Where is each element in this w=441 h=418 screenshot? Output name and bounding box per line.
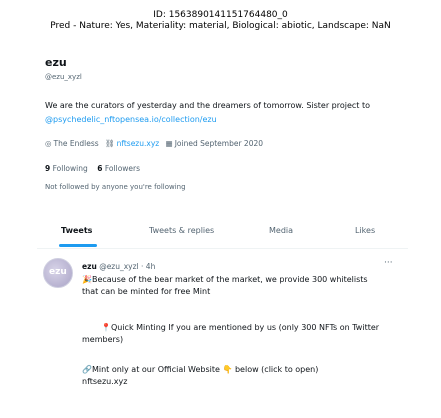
tweet-link[interactable]: nftsezu.xyz bbox=[82, 376, 127, 388]
tweet-text-3: Quick Minting If you are mentioned by us… bbox=[110, 323, 380, 332]
tweet-time[interactable]: · 4h bbox=[141, 262, 155, 271]
tweet-header: ezu @ezu_xyzl · 4h bbox=[82, 262, 155, 271]
tweet-text-1: Because of the bear market of the market… bbox=[91, 275, 368, 284]
follow-stats: 9 Following 6 Followers bbox=[45, 164, 140, 173]
link-emoji-icon: 🔗 bbox=[82, 365, 92, 374]
profile-joined: Joined September 2020 bbox=[174, 139, 264, 148]
more-icon[interactable]: ··· bbox=[384, 258, 393, 268]
tab-likes[interactable]: Likes bbox=[355, 226, 375, 235]
avatar[interactable]: ezu bbox=[43, 258, 73, 288]
following-count: 9 bbox=[45, 164, 51, 173]
followers-link[interactable]: 6 Followers bbox=[97, 164, 140, 173]
tweet-text-5-tail: below (click to open) bbox=[234, 365, 319, 374]
link-icon: ⛓ bbox=[105, 139, 115, 148]
followers-label: Followers bbox=[104, 164, 141, 173]
tab-tweets-replies[interactable]: Tweets & replies bbox=[149, 226, 214, 235]
profile-website[interactable]: nftsezu.xyz bbox=[117, 139, 160, 148]
tweet-line-5: 🔗Mint only at our Official Website 👇 bel… bbox=[82, 364, 318, 376]
tweet-author-name[interactable]: ezu bbox=[82, 262, 97, 271]
bio-text: We are the curators of yesterday and the… bbox=[45, 101, 371, 110]
tweet-line-3: 📍Quick Minting If you are mentioned by u… bbox=[101, 322, 379, 334]
profile-meta: ◎ The Endless ⛓ nftsezu.xyz ▦ Joined Septem… bbox=[45, 139, 267, 148]
tweet-line-1: 🎉Because of the bear market of the marke… bbox=[82, 274, 368, 286]
active-tab-indicator bbox=[59, 244, 97, 247]
not-followed-note: Not followed by anyone you're following bbox=[45, 183, 186, 191]
caption-id: ID: 1563890141151764480_0 bbox=[153, 10, 288, 20]
profile-location: The Endless bbox=[53, 139, 99, 148]
profile-name: ezu bbox=[45, 56, 67, 69]
following-link[interactable]: 9 Following bbox=[45, 164, 88, 173]
point-down-icon: 👇 bbox=[222, 365, 233, 374]
tweet-author-handle[interactable]: @ezu_xyzl bbox=[99, 262, 138, 271]
followers-count: 6 bbox=[97, 164, 103, 173]
location-icon: ◎ bbox=[45, 139, 52, 148]
tweet-line-2: that can be minted for free Mint bbox=[82, 287, 211, 296]
profile-bio: We are the curators of yesterday and the… bbox=[45, 99, 405, 127]
calendar-icon: ▦ bbox=[165, 139, 173, 148]
profile-tabs: Tweets Tweets & replies Media Likes bbox=[37, 218, 408, 249]
tab-tweets[interactable]: Tweets bbox=[61, 226, 92, 235]
profile-handle: @ezu_xyzl bbox=[45, 73, 82, 81]
bio-link[interactable]: @psychedelic_nftopensea.io/collection/ez… bbox=[45, 115, 217, 124]
pin-icon: 📍 bbox=[101, 323, 111, 332]
tab-media[interactable]: Media bbox=[269, 226, 293, 235]
following-label: Following bbox=[52, 164, 88, 173]
profile-screenshot: ezu @ezu_xyzl We are the curators of yes… bbox=[37, 38, 408, 404]
tweet-text-5: Mint only at our Official Website bbox=[91, 365, 220, 374]
avatar-text: ezu bbox=[49, 267, 67, 277]
tweet-line-4: members) bbox=[82, 335, 124, 344]
caption-prediction: Pred - Nature: Yes, Materiality: materia… bbox=[50, 21, 391, 31]
party-emoji-icon: 🎉 bbox=[82, 275, 92, 284]
